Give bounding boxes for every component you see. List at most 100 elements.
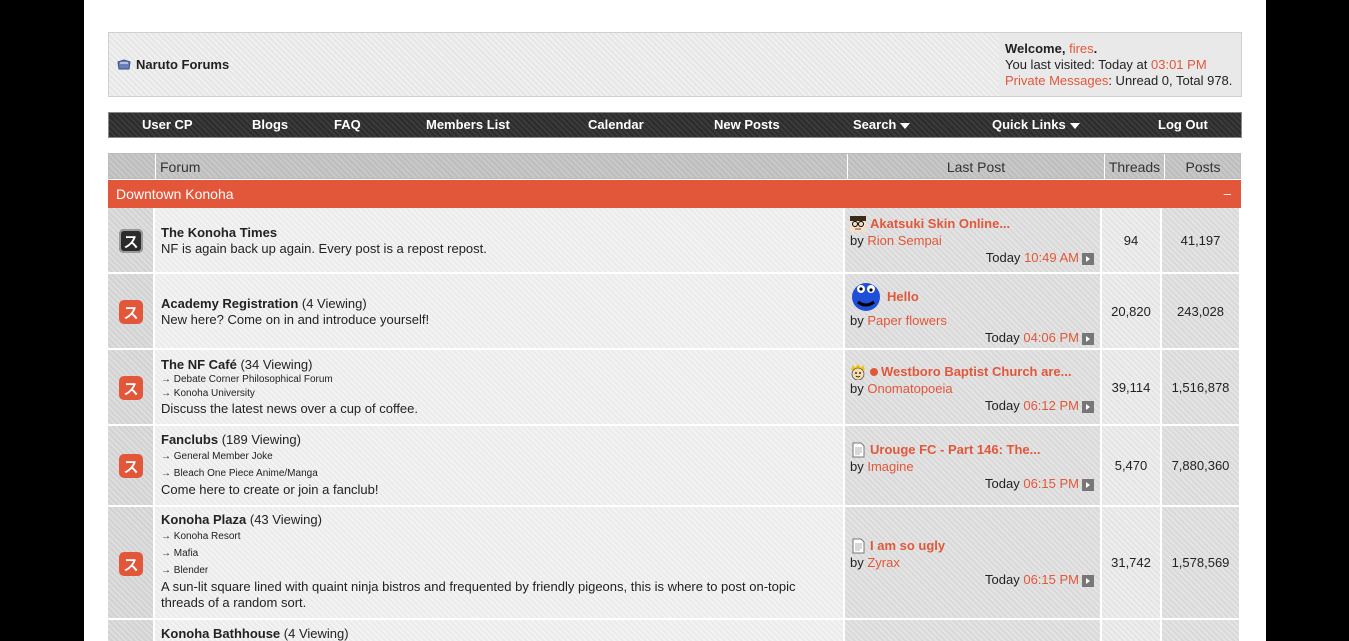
viewing-count: (189 Viewing) [221,432,301,447]
avatar-cookie-monster-icon [852,283,880,311]
welcome-box: Welcome, fires. You last visited: Today … [999,33,1241,96]
last-post-user-link[interactable]: Rion Sempai [867,233,941,248]
forum-title-link[interactable]: The Konoha Times [161,225,277,240]
last-post-title-link[interactable]: Akatsuki Skin Online... [870,215,1010,232]
username-link[interactable]: fires [1069,41,1094,56]
avatar-glasses-icon [850,215,866,232]
forum-status-cell: ス [108,350,155,426]
subforum-link[interactable]: → Bleach One Piece Anime/Manga [161,468,318,479]
subforum-link[interactable]: → General Member Joke [161,451,273,462]
subforum-link[interactable]: → Mafia [161,548,198,559]
nav-search[interactable]: Search [853,113,911,137]
forum-info-cell: The Konoha Times NF is again back up aga… [155,208,845,274]
last-post-cell: Westboro Baptist Church are... by Onomat… [845,350,1102,426]
navbar: User CP Blogs FAQ Members List Calendar … [108,112,1242,138]
go-to-last-post-icon[interactable] [1082,252,1094,265]
forum-home-icon [117,59,131,70]
nav-new-posts[interactable]: New Posts [714,113,780,137]
nav-faq[interactable]: FAQ [334,113,361,137]
subforum-link[interactable]: → Blender [161,565,208,576]
threads-cell: 39,114 [1102,350,1162,426]
forum-new-posts-icon: ス [119,454,143,478]
forum-read-icon: ス [119,229,143,253]
last-post-time: 04:06 PM [1023,330,1079,345]
forum-title-link[interactable]: Fanclubs [161,432,218,447]
last-post-title-link[interactable]: I am so ugly [870,537,945,554]
collapse-icon[interactable]: – [1224,180,1231,208]
forum-description: A sun-lit square lined with quaint ninja… [161,579,796,610]
posts-cell: 41,197 [1162,208,1241,274]
last-post-time: 06:15 PM [1023,572,1079,587]
forum-info-cell: Konoha Bathhouse (4 Viewing) [155,620,845,641]
forum-status-cell: ス [108,208,155,274]
by-label: by [850,233,864,248]
last-post-cell: Hello by Paper flowers Today 04:06 PM [845,274,1102,350]
last-post-cell: Urouge FC - Part 146: The... by Imagine … [845,426,1102,507]
last-post-title-link[interactable]: Urouge FC - Part 146: The... [870,441,1040,458]
last-post-user-link[interactable]: Zyrax [867,555,900,570]
viewing-count: (34 Viewing) [240,357,313,372]
nav-blogs[interactable]: Blogs [252,113,288,137]
nav-quick-links[interactable]: Quick Links [992,113,1080,137]
forum-header: Naruto Forums Welcome, fires. You last v… [108,32,1242,97]
nav-calendar[interactable]: Calendar [588,113,644,137]
go-to-last-post-icon[interactable] [1082,478,1094,491]
forum-title-link[interactable]: Academy Registration [161,296,298,311]
brand[interactable]: Naruto Forums [117,57,229,72]
by-label: by [850,555,864,570]
chevron-down-icon [900,122,911,129]
post-count: 1,516,878 [1171,380,1230,395]
last-post-time: 10:49 AM [1024,250,1079,265]
category-downtown-konoha[interactable]: Downtown Konoha – [108,180,1241,208]
avatar-naruto-icon [851,363,865,380]
nav-log-out[interactable]: Log Out [1158,113,1208,137]
threads-cell: 94 [1102,208,1162,274]
forum-info-cell: Academy Registration (4 Viewing) New her… [155,274,845,350]
forum-description: Come here to create or join a fanclub! [161,482,379,497]
last-post-title-link[interactable]: Westboro Baptist Church are... [881,363,1071,380]
forum-description: Discuss the latest news over a cup of co… [161,401,419,416]
threads-cell: 20,820 [1102,274,1162,350]
last-post-user-link[interactable]: Onomatopoeia [867,381,952,396]
posts-cell: 1,578,569 [1162,507,1241,620]
last-post-title-link[interactable]: Hello [887,288,919,305]
subforum-link[interactable]: → Konoha Resort [161,531,241,542]
last-post-user-link[interactable]: Imagine [867,459,913,474]
by-label: by [850,381,864,396]
go-to-last-post-icon[interactable] [1082,400,1094,413]
table-header: Forum Last Post Threads Posts [108,153,1241,180]
go-to-last-post-icon[interactable] [1082,574,1094,587]
forum-status-cell: ス [108,426,155,507]
pm-status: : Unread 0, Total 978. [1108,73,1233,88]
viewing-count: (43 Viewing) [249,512,322,527]
last-post-cell [845,620,1102,641]
last-visited-line: You last visited: Today at 03:01 PM [1005,57,1241,73]
subforum-link[interactable]: → Debate Corner Philosophical Forum [161,374,333,385]
forum-new-posts-icon: ス [119,552,143,576]
go-to-last-post-icon[interactable] [1082,332,1094,345]
last-post-day: Today [985,476,1020,491]
forum-title-link[interactable]: Konoha Bathhouse [161,626,280,641]
private-messages-link[interactable]: Private Messages [1005,73,1108,88]
forum-title-link[interactable]: Konoha Plaza [161,512,246,527]
forum-info-cell: The NF Café (34 Viewing) → Debate Corner… [155,350,845,426]
posts-cell: 1,516,878 [1162,350,1241,426]
post-count: 41,197 [1180,233,1221,248]
nav-members-list[interactable]: Members List [426,113,510,137]
last-post-day: Today [985,330,1020,345]
brand-name[interactable]: Naruto Forums [136,57,229,72]
post-count: 243,028 [1177,304,1224,319]
last-post-user-link[interactable]: Paper flowers [867,313,946,328]
category-title[interactable]: Downtown Konoha [116,186,234,202]
subforum-link[interactable]: → Konoha University [161,388,255,399]
forum-title-link[interactable]: The NF Café [161,357,237,372]
viewing-count: (4 Viewing) [283,626,349,641]
document-icon [852,442,865,457]
forum-status-cell [108,620,155,641]
page: Naruto Forums Welcome, fires. You last v… [84,0,1266,641]
col-last-post: Last Post [847,154,1104,180]
nav-quick-links-label: Quick Links [992,117,1066,132]
post-count: 7,880,360 [1171,458,1230,473]
by-label: by [850,313,864,328]
nav-user-cp[interactable]: User CP [142,113,193,137]
